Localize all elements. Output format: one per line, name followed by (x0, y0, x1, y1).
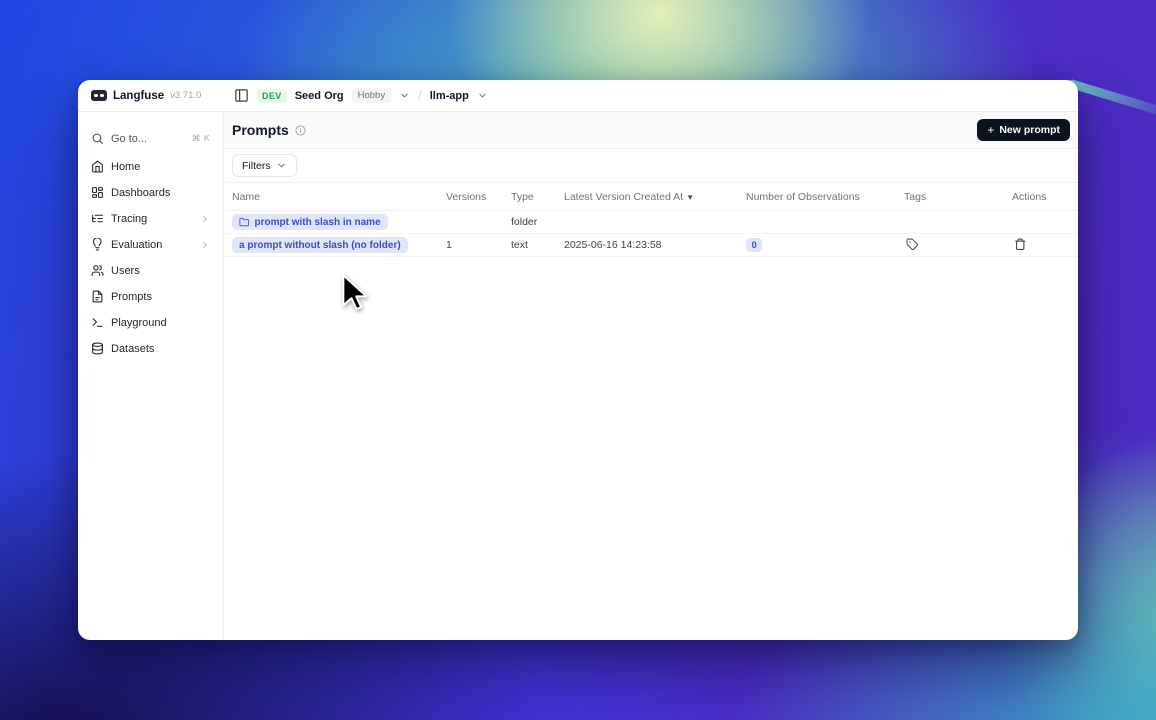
playground-icon (91, 316, 104, 329)
table-row[interactable]: prompt with slash in name folder (224, 211, 1078, 234)
prompt-name: prompt with slash in name (255, 217, 381, 228)
topbar-breadcrumb: DEV Seed Org Hobby / llm-app (225, 88, 488, 103)
column-header-versions[interactable]: Versions (446, 191, 511, 203)
filters-row: Filters (224, 149, 1078, 182)
app-version: v3.71.0 (170, 90, 201, 101)
home-icon (91, 160, 104, 173)
prompt-link[interactable]: a prompt without slash (no folder) (232, 237, 408, 253)
project-name[interactable]: llm-app (430, 90, 469, 102)
sidebar-item-evaluation[interactable]: Evaluation (86, 232, 215, 257)
sidebar-item-label: Home (111, 161, 140, 173)
sidebar-item-datasets[interactable]: Datasets (86, 336, 215, 361)
sidebar-item-label: Evaluation (111, 239, 162, 251)
column-header-latest-label: Latest Version Created At (564, 191, 683, 203)
column-header-name[interactable]: Name (224, 191, 446, 203)
sidebar-item-dashboards[interactable]: Dashboards (86, 180, 215, 205)
goto-label: Go to... (111, 133, 147, 145)
new-prompt-button[interactable]: + New prompt (977, 119, 1070, 141)
plan-badge: Hobby (352, 88, 391, 103)
project-chevron-down-icon[interactable] (477, 90, 488, 101)
sort-desc-icon: ▼ (686, 193, 694, 202)
wallpaper-streak (1067, 79, 1156, 123)
mouse-cursor (341, 274, 371, 312)
cell-type: folder (511, 216, 564, 228)
new-prompt-label: New prompt (999, 124, 1060, 136)
column-header-type[interactable]: Type (511, 191, 564, 203)
org-chevron-down-icon[interactable] (399, 90, 410, 101)
sidebar-item-label: Prompts (111, 291, 152, 303)
plus-icon: + (987, 124, 994, 136)
filters-label: Filters (242, 160, 271, 172)
chevron-right-icon (200, 240, 210, 250)
langfuse-logo-icon (91, 90, 107, 101)
goto-shortcut: ⌘ K (192, 133, 210, 144)
filters-button[interactable]: Filters (232, 154, 297, 177)
info-icon[interactable] (295, 125, 306, 136)
column-header-latest-version[interactable]: Latest Version Created At▼ (564, 191, 746, 203)
sidebar-item-label: Datasets (111, 343, 154, 355)
sidebar-item-playground[interactable]: Playground (86, 310, 215, 335)
datasets-icon (91, 342, 104, 355)
chevron-down-icon (276, 160, 287, 171)
prompt-folder-link[interactable]: prompt with slash in name (232, 214, 388, 230)
page-header: Prompts + New prompt (224, 112, 1078, 149)
chevron-right-icon (200, 214, 210, 224)
sidebar: Go to... ⌘ K Home Dashboards Tracing (78, 112, 224, 640)
users-icon (91, 264, 104, 277)
cell-type: text (511, 239, 564, 251)
delete-prompt-button[interactable] (1012, 236, 1029, 253)
breadcrumb-separator: / (418, 88, 422, 103)
main-content: Prompts + New prompt Filters Nam (224, 112, 1078, 640)
folder-icon (239, 217, 250, 228)
sidebar-item-users[interactable]: Users (86, 258, 215, 283)
sidebar-toggle-icon[interactable] (234, 88, 249, 103)
cell-versions: 1 (446, 239, 511, 251)
sidebar-item-label: Playground (111, 317, 167, 329)
prompt-name: a prompt without slash (no folder) (239, 240, 401, 251)
prompts-icon (91, 290, 104, 303)
env-badge: DEV (257, 89, 287, 103)
langfuse-app-window: Langfuse v3.71.0 DEV Seed Org Hobby / ll… (78, 80, 1078, 640)
tracing-icon (91, 212, 104, 225)
evaluation-icon (91, 238, 104, 251)
tag-icon (906, 238, 919, 251)
observations-count-badge: 0 (746, 238, 762, 252)
brand-name: Langfuse (113, 90, 164, 102)
search-icon (91, 132, 104, 145)
cell-latest: 2025-06-16 14:23:58 (564, 239, 746, 251)
sidebar-item-label: Tracing (111, 213, 147, 225)
trash-icon (1014, 238, 1027, 251)
table-row[interactable]: a prompt without slash (no folder) 1 tex… (224, 234, 1078, 257)
top-bar: Langfuse v3.71.0 DEV Seed Org Hobby / ll… (78, 80, 1078, 112)
goto-search[interactable]: Go to... ⌘ K (86, 126, 215, 151)
table-header: Name Versions Type Latest Version Create… (224, 182, 1078, 211)
column-header-observations[interactable]: Number of Observations (746, 191, 901, 203)
sidebar-item-home[interactable]: Home (86, 154, 215, 179)
add-tag-button[interactable] (904, 236, 921, 253)
org-name[interactable]: Seed Org (295, 90, 344, 102)
sidebar-item-label: Dashboards (111, 187, 170, 199)
sidebar-item-prompts[interactable]: Prompts (86, 284, 215, 309)
sidebar-item-tracing[interactable]: Tracing (86, 206, 215, 231)
dashboards-icon (91, 186, 104, 199)
column-header-tags[interactable]: Tags (901, 191, 1008, 203)
brand-area: Langfuse v3.71.0 (78, 90, 225, 102)
sidebar-item-label: Users (111, 265, 140, 277)
column-header-actions: Actions (1008, 191, 1078, 203)
page-title: Prompts (232, 122, 289, 138)
